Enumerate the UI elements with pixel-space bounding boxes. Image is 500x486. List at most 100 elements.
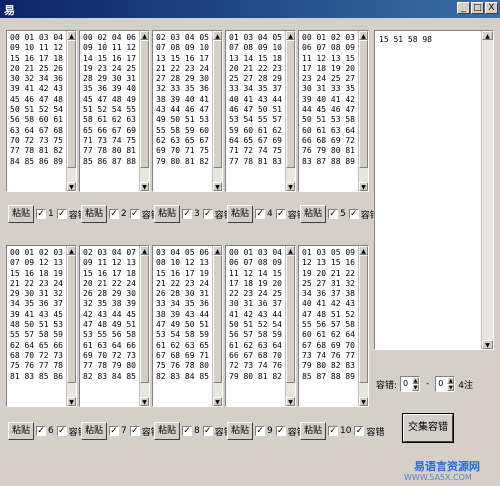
- scroll-down-icon[interactable]: ▼: [359, 182, 368, 191]
- scrollbar[interactable]: ▲ ▼: [139, 31, 149, 191]
- scroll-thumb[interactable]: [140, 40, 149, 168]
- scroll-thumb[interactable]: [286, 40, 295, 168]
- spin-up-icon[interactable]: ▲: [412, 377, 420, 384]
- scrollbar[interactable]: ▲ ▼: [212, 246, 222, 406]
- spin-down-icon[interactable]: ▼: [447, 384, 455, 391]
- watermark-url: WWW.5A5X.COM: [404, 473, 472, 482]
- group-checkbox[interactable]: ✓: [255, 209, 266, 219]
- scrollbar[interactable]: ▲ ▼: [66, 31, 76, 191]
- group-index-label: 10: [340, 426, 352, 436]
- scroll-thumb[interactable]: [213, 40, 222, 168]
- scroll-thumb[interactable]: [286, 255, 295, 383]
- paste-button[interactable]: 粘贴: [300, 422, 327, 440]
- scrollbar[interactable]: ▲ ▼: [66, 246, 76, 406]
- scroll-down-icon[interactable]: ▼: [482, 340, 493, 349]
- paste-button[interactable]: 粘贴: [227, 422, 254, 440]
- scroll-up-icon[interactable]: ▲: [67, 246, 76, 255]
- tolerance-checkbox[interactable]: ✓: [202, 209, 213, 219]
- number-box-8[interactable]: 03 04 05 06 07 08 10 12 13 14 15 16 17 1…: [152, 245, 223, 407]
- group-checkbox[interactable]: ✓: [182, 209, 193, 219]
- paste-button[interactable]: 粘贴: [81, 422, 108, 440]
- tolerance-checkbox[interactable]: ✓: [348, 209, 359, 219]
- group-checkbox[interactable]: ✓: [36, 209, 47, 219]
- group-checkbox[interactable]: ✓: [109, 209, 120, 219]
- number-box-6[interactable]: 00 01 02 03 06 07 09 12 13 14 15 16 18 1…: [6, 245, 77, 407]
- scroll-up-icon[interactable]: ▲: [482, 31, 493, 40]
- tolerance-to-spinner[interactable]: 0 ▲ ▼: [435, 376, 456, 392]
- group-checkbox[interactable]: ✓: [36, 426, 47, 436]
- result-text: 15 51 58 98: [379, 35, 432, 44]
- scroll-up-icon[interactable]: ▲: [213, 246, 222, 255]
- paste-button[interactable]: 粘贴: [227, 205, 254, 223]
- scroll-thumb[interactable]: [140, 255, 149, 383]
- paste-button[interactable]: 粘贴: [300, 205, 327, 223]
- number-box-7[interactable]: 02 03 04 07 08 09 11 12 13 14 15 16 17 1…: [79, 245, 150, 407]
- number-box-4[interactable]: 01 03 04 05 06 07 08 09 10 11 13 14 15 1…: [225, 30, 296, 192]
- scroll-up-icon[interactable]: ▲: [286, 246, 295, 255]
- scroll-up-icon[interactable]: ▲: [286, 31, 295, 40]
- scrollbar[interactable]: ▲ ▼: [358, 31, 368, 191]
- paste-button[interactable]: 粘贴: [154, 205, 181, 223]
- close-button[interactable]: X: [485, 2, 498, 14]
- tolerance-from-spinner[interactable]: 0 ▲ ▼: [400, 376, 421, 392]
- scroll-down-icon[interactable]: ▼: [359, 397, 368, 406]
- scroll-up-icon[interactable]: ▲: [359, 31, 368, 40]
- scroll-down-icon[interactable]: ▼: [67, 397, 76, 406]
- scrollbar[interactable]: ▲ ▼: [139, 246, 149, 406]
- scroll-thumb[interactable]: [67, 40, 76, 168]
- group-checkbox[interactable]: ✓: [328, 426, 339, 436]
- tolerance-checkbox[interactable]: ✓: [129, 426, 140, 436]
- number-box-1[interactable]: 00 01 03 04 07 09 10 11 12 14 15 16 17 1…: [6, 30, 77, 192]
- number-box-10[interactable]: 01 03 05 09 11 12 13 15 16 18 19 20 21 2…: [298, 245, 369, 407]
- group-checkbox[interactable]: ✓: [109, 426, 120, 436]
- group-checkbox[interactable]: ✓: [255, 426, 266, 436]
- number-box-9[interactable]: 00 01 03 04 05 06 07 08 09 10 11 12 14 1…: [225, 245, 296, 407]
- scroll-up-icon[interactable]: ▲: [359, 246, 368, 255]
- scroll-down-icon[interactable]: ▼: [286, 182, 295, 191]
- number-box-5[interactable]: 00 01 02 03 04 06 07 08 09 10 11 12 13 1…: [298, 30, 369, 192]
- intersection-tolerance-button[interactable]: 交集容错: [403, 414, 453, 442]
- watermark-title: 易语言资源网: [414, 460, 480, 473]
- tolerance-checkbox[interactable]: ✓: [56, 426, 67, 436]
- scroll-up-icon[interactable]: ▲: [140, 246, 149, 255]
- number-box-2[interactable]: 00 02 04 06 07 09 10 11 12 13 14 15 16 1…: [79, 30, 150, 192]
- scroll-up-icon[interactable]: ▲: [67, 31, 76, 40]
- tolerance-checkbox[interactable]: ✓: [354, 426, 365, 436]
- tolerance-checkbox[interactable]: ✓: [129, 209, 140, 219]
- maximize-button[interactable]: □: [471, 2, 484, 14]
- tolerance-checkbox[interactable]: ✓: [56, 209, 67, 219]
- result-scrollbar[interactable]: ▲ ▼: [481, 31, 493, 349]
- paste-button[interactable]: 粘贴: [81, 205, 108, 223]
- group-checkbox[interactable]: ✓: [328, 209, 339, 219]
- result-box[interactable]: 15 51 58 98 ▲ ▼: [374, 30, 494, 350]
- scroll-thumb[interactable]: [359, 255, 368, 383]
- tolerance-range-label: 容错:: [376, 380, 398, 391]
- tolerance-checkbox[interactable]: ✓: [275, 209, 286, 219]
- minimize-button[interactable]: _: [457, 2, 470, 14]
- scroll-down-icon[interactable]: ▼: [67, 182, 76, 191]
- scroll-down-icon[interactable]: ▼: [140, 182, 149, 191]
- tolerance-checkbox[interactable]: ✓: [275, 426, 286, 436]
- scrollbar[interactable]: ▲ ▼: [358, 246, 368, 406]
- spin-down-icon[interactable]: ▼: [412, 384, 420, 391]
- scroll-down-icon[interactable]: ▼: [286, 397, 295, 406]
- spin-up-icon[interactable]: ▲: [447, 377, 455, 384]
- number-box-3[interactable]: 02 03 04 05 06 07 08 09 10 11 13 15 16 1…: [152, 30, 223, 192]
- group-checkbox[interactable]: ✓: [182, 426, 193, 436]
- scroll-down-icon[interactable]: ▼: [213, 397, 222, 406]
- paste-button[interactable]: 粘贴: [8, 422, 35, 440]
- scroll-thumb[interactable]: [213, 255, 222, 383]
- scrollbar[interactable]: ▲ ▼: [212, 31, 222, 191]
- scroll-up-icon[interactable]: ▲: [140, 31, 149, 40]
- scroll-thumb[interactable]: [359, 40, 368, 168]
- scrollbar[interactable]: ▲ ▼: [285, 246, 295, 406]
- paste-button[interactable]: 粘贴: [8, 205, 35, 223]
- scroll-down-icon[interactable]: ▼: [140, 397, 149, 406]
- scroll-down-icon[interactable]: ▼: [213, 182, 222, 191]
- scroll-up-icon[interactable]: ▲: [213, 31, 222, 40]
- tolerance-checkbox[interactable]: ✓: [202, 426, 213, 436]
- scrollbar[interactable]: ▲ ▼: [285, 31, 295, 191]
- group-controls-3: 粘贴 ✓ 3 ✓ 容错: [154, 205, 236, 223]
- scroll-thumb[interactable]: [67, 255, 76, 383]
- paste-button[interactable]: 粘贴: [154, 422, 181, 440]
